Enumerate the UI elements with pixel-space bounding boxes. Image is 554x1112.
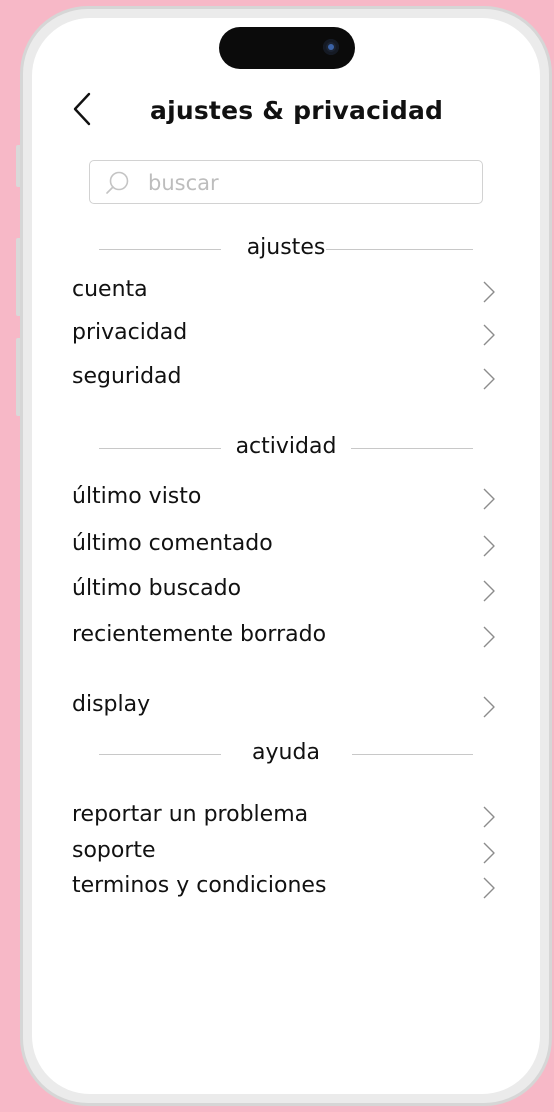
help-item-label: soporte	[72, 838, 156, 863]
help-item-soporte[interactable]: soporte	[72, 836, 496, 870]
chevron-right-icon	[483, 281, 495, 303]
activity-item-label: recientemente borrado	[72, 622, 327, 647]
help-item-label: terminos y condiciones	[72, 873, 327, 898]
phone-frame: ajustes & privacidad ajustes cuenta priv…	[20, 6, 552, 1106]
chevron-right-icon	[483, 696, 495, 718]
activity-item-label: último visto	[72, 484, 202, 509]
section-label: ayuda	[252, 740, 320, 765]
help-item-label: reportar un problema	[72, 802, 309, 827]
settings-item-label: privacidad	[72, 320, 188, 345]
search-input[interactable]	[146, 165, 470, 201]
search-bar[interactable]	[89, 160, 483, 204]
activity-item-ultimo-visto[interactable]: último visto	[72, 482, 496, 516]
section-label: actividad	[235, 434, 337, 459]
dynamic-island	[219, 27, 355, 69]
settings-item-label: cuenta	[72, 277, 148, 302]
activity-item-ultimo-comentado[interactable]: último comentado	[72, 529, 496, 563]
chevron-right-icon	[483, 535, 495, 557]
settings-item-cuenta[interactable]: cuenta	[72, 275, 496, 309]
search-icon	[106, 171, 129, 194]
chevron-right-icon	[483, 580, 495, 602]
settings-item-label: display	[72, 692, 151, 717]
activity-item-ultimo-buscado[interactable]: último buscado	[72, 574, 496, 608]
chevron-right-icon	[483, 488, 495, 510]
activity-item-label: último buscado	[72, 576, 242, 601]
settings-item-display[interactable]: display	[72, 690, 496, 724]
settings-item-seguridad[interactable]: seguridad	[72, 362, 496, 396]
camera-icon	[323, 39, 339, 55]
back-button[interactable]	[70, 92, 96, 126]
help-item-terminos[interactable]: terminos y condiciones	[72, 871, 496, 905]
chevron-right-icon	[483, 626, 495, 648]
section-header-ajustes: ajustes	[99, 235, 473, 265]
settings-item-privacidad[interactable]: privacidad	[72, 318, 496, 352]
phone-screen: ajustes & privacidad ajustes cuenta priv…	[32, 18, 540, 1094]
settings-item-label: seguridad	[72, 364, 182, 389]
chevron-right-icon	[483, 877, 495, 899]
activity-item-recientemente-borrado[interactable]: recientemente borrado	[72, 620, 496, 654]
section-header-actividad: actividad	[99, 434, 473, 464]
chevron-right-icon	[483, 806, 495, 828]
chevron-right-icon	[483, 842, 495, 864]
chevron-right-icon	[483, 324, 495, 346]
section-header-ayuda: ayuda	[99, 740, 473, 770]
chevron-right-icon	[483, 368, 495, 390]
help-item-reportar-problema[interactable]: reportar un problema	[72, 800, 496, 834]
chevron-left-icon	[73, 92, 91, 126]
page-title: ajustes & privacidad	[150, 96, 444, 125]
activity-item-label: último comentado	[72, 531, 273, 556]
section-label: ajustes	[246, 235, 326, 260]
